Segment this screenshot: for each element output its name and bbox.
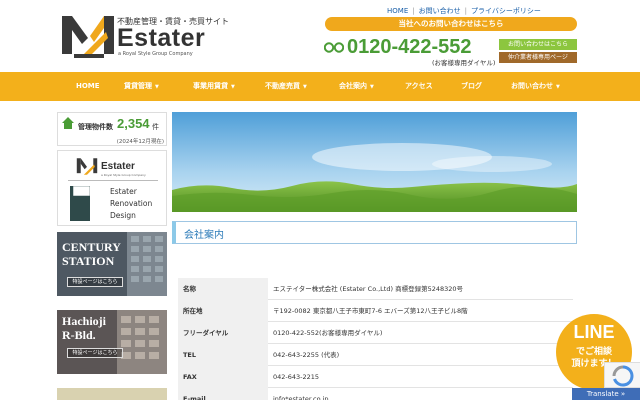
count-value: 2,354 xyxy=(117,116,150,131)
nav-company[interactable]: 会社案内 ▼ xyxy=(339,72,374,101)
contact-button[interactable]: お問い合わせはこちら xyxy=(499,39,577,50)
brand-subtitle: a Royal Style Group Company xyxy=(118,51,193,57)
nav-real-estate-sales[interactable]: 不動産売買 ▼ xyxy=(265,72,307,101)
table-row: 所在地 〒192-0082 東京都八王子市東町7-6 エバーズ第12八王子ビル8… xyxy=(178,300,573,322)
chevron-down-icon: ▼ xyxy=(370,84,374,90)
row-value[interactable]: 0120-422-552(お客様専用ダイヤル) xyxy=(273,322,382,344)
row-label: FAX xyxy=(178,366,268,388)
translate-button[interactable]: Translate » xyxy=(572,388,640,400)
nav-home[interactable]: HOME xyxy=(76,72,100,101)
section-title-text: 会社案内 xyxy=(184,230,224,241)
table-row: フリーダイヤル 0120-422-552(お客様専用ダイヤル) xyxy=(178,322,573,344)
section-title: 会社案内 xyxy=(172,221,577,244)
sky-grass-image xyxy=(172,112,577,212)
toplink-home[interactable]: HOME xyxy=(387,7,408,15)
hero-image xyxy=(172,112,577,212)
banner-brand: Estater xyxy=(101,161,135,172)
renovation-design-banner[interactable]: Estater a Royal Style Group Company Esta… xyxy=(57,150,167,226)
count-unit: 件 xyxy=(152,123,159,131)
house-icon xyxy=(62,117,74,129)
row-label: 名称 xyxy=(178,278,268,300)
banner-text: Estater Renovation Design xyxy=(110,187,153,220)
phone-note: (お客様専用ダイヤル) xyxy=(432,59,496,67)
table-row: E-mail info*estater.co.jp xyxy=(178,388,573,400)
nav-contact[interactable]: お問い合わせ ▼ xyxy=(511,72,560,101)
phone-number[interactable]: 0120-422-552 xyxy=(347,36,472,59)
chevron-down-icon: ▼ xyxy=(155,84,159,90)
chevron-down-icon: ▼ xyxy=(231,84,235,90)
table-row: FAX 042-643-2215 xyxy=(178,366,573,388)
main-nav: HOME 賃貸管理 ▼ 事業用賃貸 ▼ 不動産売買 ▼ 会社案内 ▼ アクセス ブログ … xyxy=(0,72,640,101)
table-row: 名称 エステイター株式会社 (Estater Co.,Ltd) 商標登録第524… xyxy=(178,278,573,300)
site-header: 不動産管理・賃貸・売買サイト Estater a Royal Style Gro… xyxy=(0,0,640,72)
renovation-logo-icon xyxy=(70,186,90,221)
recaptcha-badge[interactable] xyxy=(604,362,640,388)
banner-divider xyxy=(68,180,158,181)
recaptcha-icon xyxy=(612,365,634,387)
brand-name[interactable]: Estater xyxy=(117,24,205,53)
hachioji-bld-banner[interactable]: Hachioji R-Bld. 特設ページはこちら xyxy=(57,310,167,374)
freedial-icon xyxy=(324,42,344,53)
contact-banner[interactable]: 当社へのお問い合わせはこちら xyxy=(325,17,577,31)
count-label: 管理物件数 xyxy=(78,123,113,131)
banner-title: Hachioji R-Bld. xyxy=(62,314,106,342)
row-label: TEL xyxy=(178,344,268,366)
nav-blog[interactable]: ブログ xyxy=(461,72,482,101)
estater-logo-icon[interactable] xyxy=(60,14,116,60)
row-label: フリーダイヤル xyxy=(178,322,268,344)
special-page-button[interactable]: 特設ページはこちら xyxy=(67,348,123,358)
century-station-banner[interactable]: CENTURY STATION 特設ページはこちら xyxy=(57,232,167,296)
table-row: TEL 042-643-2255 (代表) xyxy=(178,344,573,366)
special-page-button[interactable]: 特設ページはこちら xyxy=(67,277,123,287)
nav-commercial-rental[interactable]: 事業用賃貸 ▼ xyxy=(193,72,235,101)
chevron-down-icon: ▼ xyxy=(556,84,560,90)
row-value[interactable]: 042-643-2255 (代表) xyxy=(273,344,339,366)
property-count-box: 管理物件数 2,354 件 (2024年12月現在) xyxy=(57,112,167,146)
row-value[interactable]: info*estater.co.jp xyxy=(273,388,328,400)
row-value: エステイター株式会社 (Estater Co.,Ltd) 商標登録第524832… xyxy=(273,285,464,293)
top-links: HOME | お問い合わせ | プライバシーポリシー xyxy=(387,6,541,16)
toplink-contact[interactable]: お問い合わせ xyxy=(419,6,461,16)
nav-access[interactable]: アクセス xyxy=(405,72,433,101)
toplink-privacy[interactable]: プライバシーポリシー xyxy=(471,6,541,16)
count-date: (2024年12月現在) xyxy=(116,139,164,145)
line-label: LINE xyxy=(573,322,615,342)
nav-rental-management[interactable]: 賃貸管理 ▼ xyxy=(124,72,159,101)
row-value: 042-643-2215 xyxy=(273,373,320,381)
banner-brand-sub: a Royal Style Group Company xyxy=(101,173,146,177)
vendor-page-button[interactable]: 仲介業者様専用ページ xyxy=(499,52,577,63)
sidebar-banner[interactable] xyxy=(57,388,167,400)
row-label: 所在地 xyxy=(178,300,268,322)
row-value: 〒192-0082 東京都八王子市東町7-6 エバーズ第12八王子ビル8階 xyxy=(273,307,468,315)
row-label: E-mail xyxy=(178,388,268,400)
estater-logo-icon xyxy=(76,158,98,175)
chevron-down-icon: ▼ xyxy=(303,84,307,90)
banner-title: CENTURY STATION xyxy=(62,240,121,268)
